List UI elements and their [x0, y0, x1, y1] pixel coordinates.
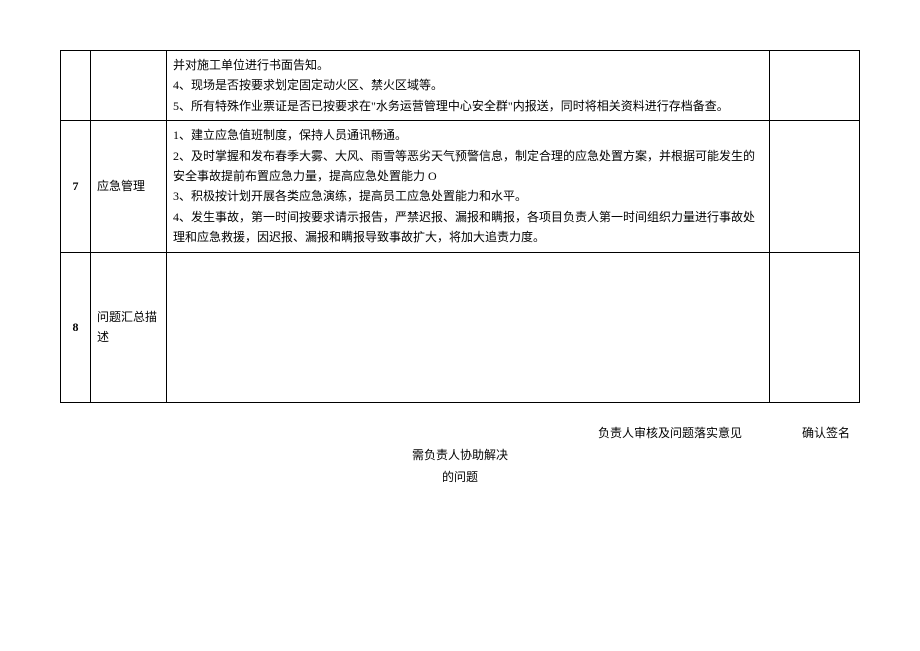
row-6-num-cont — [61, 51, 91, 121]
table-row: 7 应急管理 1、建立应急值班制度，保持人员通讯畅通。2、及时掌握和发布春季大雾… — [61, 121, 860, 252]
review-opinion-label: 负责人审核及问题落实意见 — [598, 423, 742, 443]
row-7-remark — [770, 121, 860, 252]
assist-label-2: 的问题 — [60, 467, 860, 487]
row-8-remark — [770, 252, 860, 402]
row-8-title: 问题汇总描述 — [91, 252, 167, 402]
confirm-sign-label: 确认签名 — [802, 423, 850, 443]
row-6-remark — [770, 51, 860, 121]
row-8-num: 8 — [61, 252, 91, 402]
row-7-num: 7 — [61, 121, 91, 252]
row-6-content: 并对施工单位进行书面告知。4、现场是否按要求划定固定动火区、禁火区域等。5、所有… — [167, 51, 770, 121]
row-7-title: 应急管理 — [91, 121, 167, 252]
row-8-content — [167, 252, 770, 402]
checklist-table: 并对施工单位进行书面告知。4、现场是否按要求划定固定动火区、禁火区域等。5、所有… — [60, 50, 860, 403]
row-6-title-cont — [91, 51, 167, 121]
assist-label-1: 需负责人协助解决 — [60, 445, 860, 465]
table-row: 并对施工单位进行书面告知。4、现场是否按要求划定固定动火区、禁火区域等。5、所有… — [61, 51, 860, 121]
row-7-content: 1、建立应急值班制度，保持人员通讯畅通。2、及时掌握和发布春季大雾、大风、雨雪等… — [167, 121, 770, 252]
footer-right-line: 负责人审核及问题落实意见 确认签名 — [60, 423, 860, 443]
table-row: 8 问题汇总描述 — [61, 252, 860, 402]
footer-area: 负责人审核及问题落实意见 确认签名 需负责人协助解决 的问题 — [60, 423, 860, 488]
